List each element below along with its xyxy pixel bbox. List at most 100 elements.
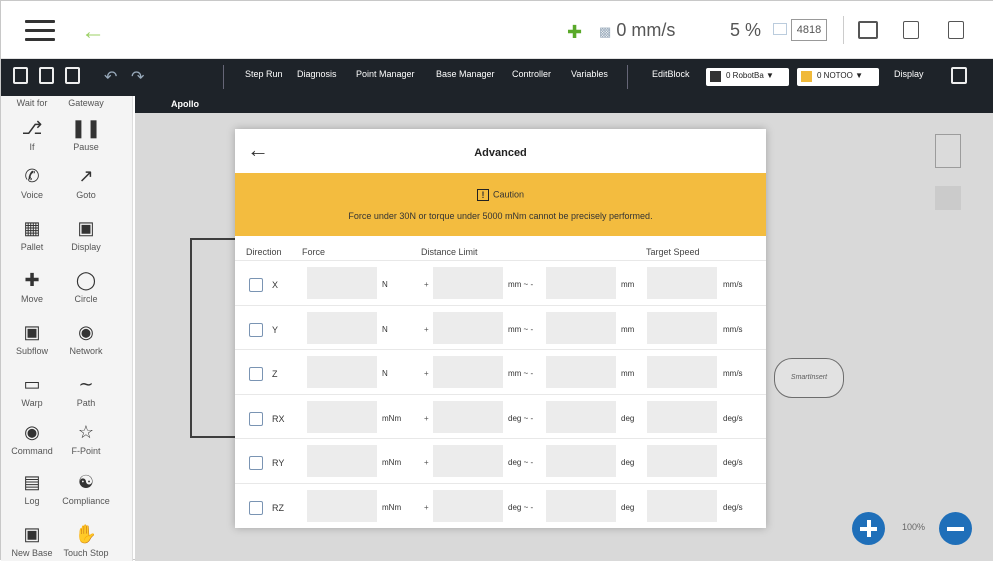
distance-max-input[interactable] xyxy=(546,311,616,344)
zoom-in-button[interactable] xyxy=(852,512,885,545)
force-unit: N xyxy=(382,280,388,289)
robot-select[interactable]: 0 RobotBa ▼ xyxy=(706,68,789,86)
palette-item-goto[interactable]: ↗ Goto xyxy=(59,166,113,200)
info-icon[interactable] xyxy=(903,21,919,39)
axis-checkbox[interactable] xyxy=(249,411,263,426)
palette-label: Subflow xyxy=(15,346,49,356)
palette-label: Command xyxy=(11,446,53,456)
layout-icon[interactable] xyxy=(951,67,967,84)
distance-max-input[interactable] xyxy=(546,490,616,522)
controller-icon[interactable] xyxy=(858,21,878,39)
open-icon[interactable] xyxy=(65,67,80,84)
base-manager-button[interactable]: Base Manager xyxy=(436,69,495,79)
target-speed-input[interactable] xyxy=(647,490,717,522)
palette-item-network[interactable]: ◉ Network xyxy=(59,322,113,356)
force-input[interactable] xyxy=(307,356,377,389)
palette-item-pause[interactable]: ❚❚ Pause xyxy=(59,118,113,152)
force-input[interactable] xyxy=(307,311,377,344)
palette-item-subflow[interactable]: ▣ Subflow xyxy=(5,322,59,356)
palette-item-warp[interactable]: ▭ Warp xyxy=(5,374,59,408)
axis-checkbox[interactable] xyxy=(249,456,263,471)
editblock-button[interactable]: EditBlock xyxy=(652,69,690,79)
menu-icon[interactable] xyxy=(25,20,55,42)
distance-max-input[interactable] xyxy=(546,400,616,433)
axis-row: Z N + mm ~ - mm mm/s xyxy=(235,349,766,393)
palette-item-new-base[interactable]: ▣ New Base xyxy=(5,524,59,558)
redo-icon[interactable]: ↷ xyxy=(131,67,144,87)
palette-item-command[interactable]: ◉ Command xyxy=(5,422,59,456)
distance-unit-to: deg xyxy=(621,503,635,512)
force-unit: mNm xyxy=(382,413,402,423)
distance-unit-from: mm ~ - xyxy=(508,280,534,289)
target-speed-input[interactable] xyxy=(647,311,717,344)
target-speed-input[interactable] xyxy=(647,356,717,389)
axis-checkbox[interactable] xyxy=(249,367,263,382)
palette-item-circle[interactable]: ◯ Circle xyxy=(59,270,113,304)
palette-item-log[interactable]: ▤ Log xyxy=(5,472,59,506)
palette-item-fpoint[interactable]: ☆ F-Point xyxy=(59,422,113,456)
tool-select[interactable]: 0 NOTOO ▼ xyxy=(797,68,879,86)
distance-min-input[interactable] xyxy=(433,400,503,433)
distance-max-input[interactable] xyxy=(546,445,616,478)
speed-unit: mm/s xyxy=(723,369,743,379)
distance-min-input[interactable] xyxy=(433,356,503,389)
target-speed-input[interactable] xyxy=(647,267,717,299)
palette-item-pallet[interactable]: ▦ Pallet xyxy=(5,218,59,252)
axis-row: RX mNm + deg ~ - deg deg/s xyxy=(235,393,766,438)
force-input[interactable] xyxy=(307,490,377,522)
axis-row: RY mNm + deg ~ - deg deg/s xyxy=(235,438,766,482)
save-icon[interactable] xyxy=(39,67,54,84)
target-speed-input[interactable] xyxy=(647,400,717,433)
divider xyxy=(843,16,844,44)
distance-min-input[interactable] xyxy=(433,267,503,299)
speed-icon: ▩ xyxy=(599,24,612,39)
distance-unit-to: mm xyxy=(621,324,635,334)
palette-item-touch-stop[interactable]: ✋ Touch Stop xyxy=(59,524,113,558)
undo-icon[interactable]: ↶ xyxy=(104,67,117,87)
axis-label: RX xyxy=(272,413,285,424)
tool-select-value: 0 NOTOO xyxy=(817,71,853,80)
display-button[interactable]: Display xyxy=(894,69,924,79)
display-icon: ▣ xyxy=(77,218,95,238)
force-input[interactable] xyxy=(307,445,377,478)
speed-percent[interactable]: 5 % xyxy=(730,20,761,41)
zoom-out-button[interactable] xyxy=(939,512,972,545)
palette-item-gateway[interactable]: Gateway xyxy=(59,98,113,108)
palette-item-display[interactable]: ▣ Display xyxy=(59,218,113,252)
plus-sign: + xyxy=(424,280,429,289)
palette-label: Display xyxy=(71,242,101,252)
target-speed-input[interactable] xyxy=(647,445,717,478)
controller-button[interactable]: Controller xyxy=(512,69,551,79)
plus-sign: + xyxy=(424,369,429,379)
diagnosis-button[interactable]: Diagnosis xyxy=(297,69,337,79)
back-arrow-icon[interactable]: ← xyxy=(81,18,105,46)
variables-button[interactable]: Variables xyxy=(571,69,608,79)
distance-max-input[interactable] xyxy=(546,267,616,299)
force-input[interactable] xyxy=(307,400,377,433)
distance-min-input[interactable] xyxy=(433,311,503,344)
distance-min-input[interactable] xyxy=(433,490,503,522)
axis-checkbox[interactable] xyxy=(249,501,263,515)
palette-item-if[interactable]: ⎇ If xyxy=(5,118,59,152)
palette-item-compliance[interactable]: ☯ Compliance xyxy=(59,472,113,506)
flow-name[interactable]: Apollo xyxy=(171,99,199,109)
axis-checkbox[interactable] xyxy=(249,278,263,292)
palette-label: Gateway xyxy=(68,98,104,108)
force-input[interactable] xyxy=(307,267,377,299)
palette-item-wait[interactable]: Wait for xyxy=(5,98,59,108)
palette-item-voice[interactable]: ✆ Voice xyxy=(5,166,59,200)
point-manager-button[interactable]: Point Manager xyxy=(356,69,415,79)
distance-unit-from: deg ~ - xyxy=(508,503,534,512)
distance-max-input[interactable] xyxy=(546,356,616,389)
axis-row: X N + mm ~ - mm mm/s xyxy=(235,260,766,304)
new-file-icon[interactable] xyxy=(13,67,28,84)
move-icon: ✚ xyxy=(24,270,40,290)
axis-label: Y xyxy=(272,324,279,335)
robot-select-icon xyxy=(710,71,721,82)
palette-item-path[interactable]: ∼ Path xyxy=(59,374,113,408)
axis-checkbox[interactable] xyxy=(249,322,263,337)
step-run-button[interactable]: Step Run xyxy=(245,69,283,79)
doc-icon[interactable] xyxy=(948,21,964,39)
distance-min-input[interactable] xyxy=(433,445,503,478)
palette-item-move[interactable]: ✚ Move xyxy=(5,270,59,304)
